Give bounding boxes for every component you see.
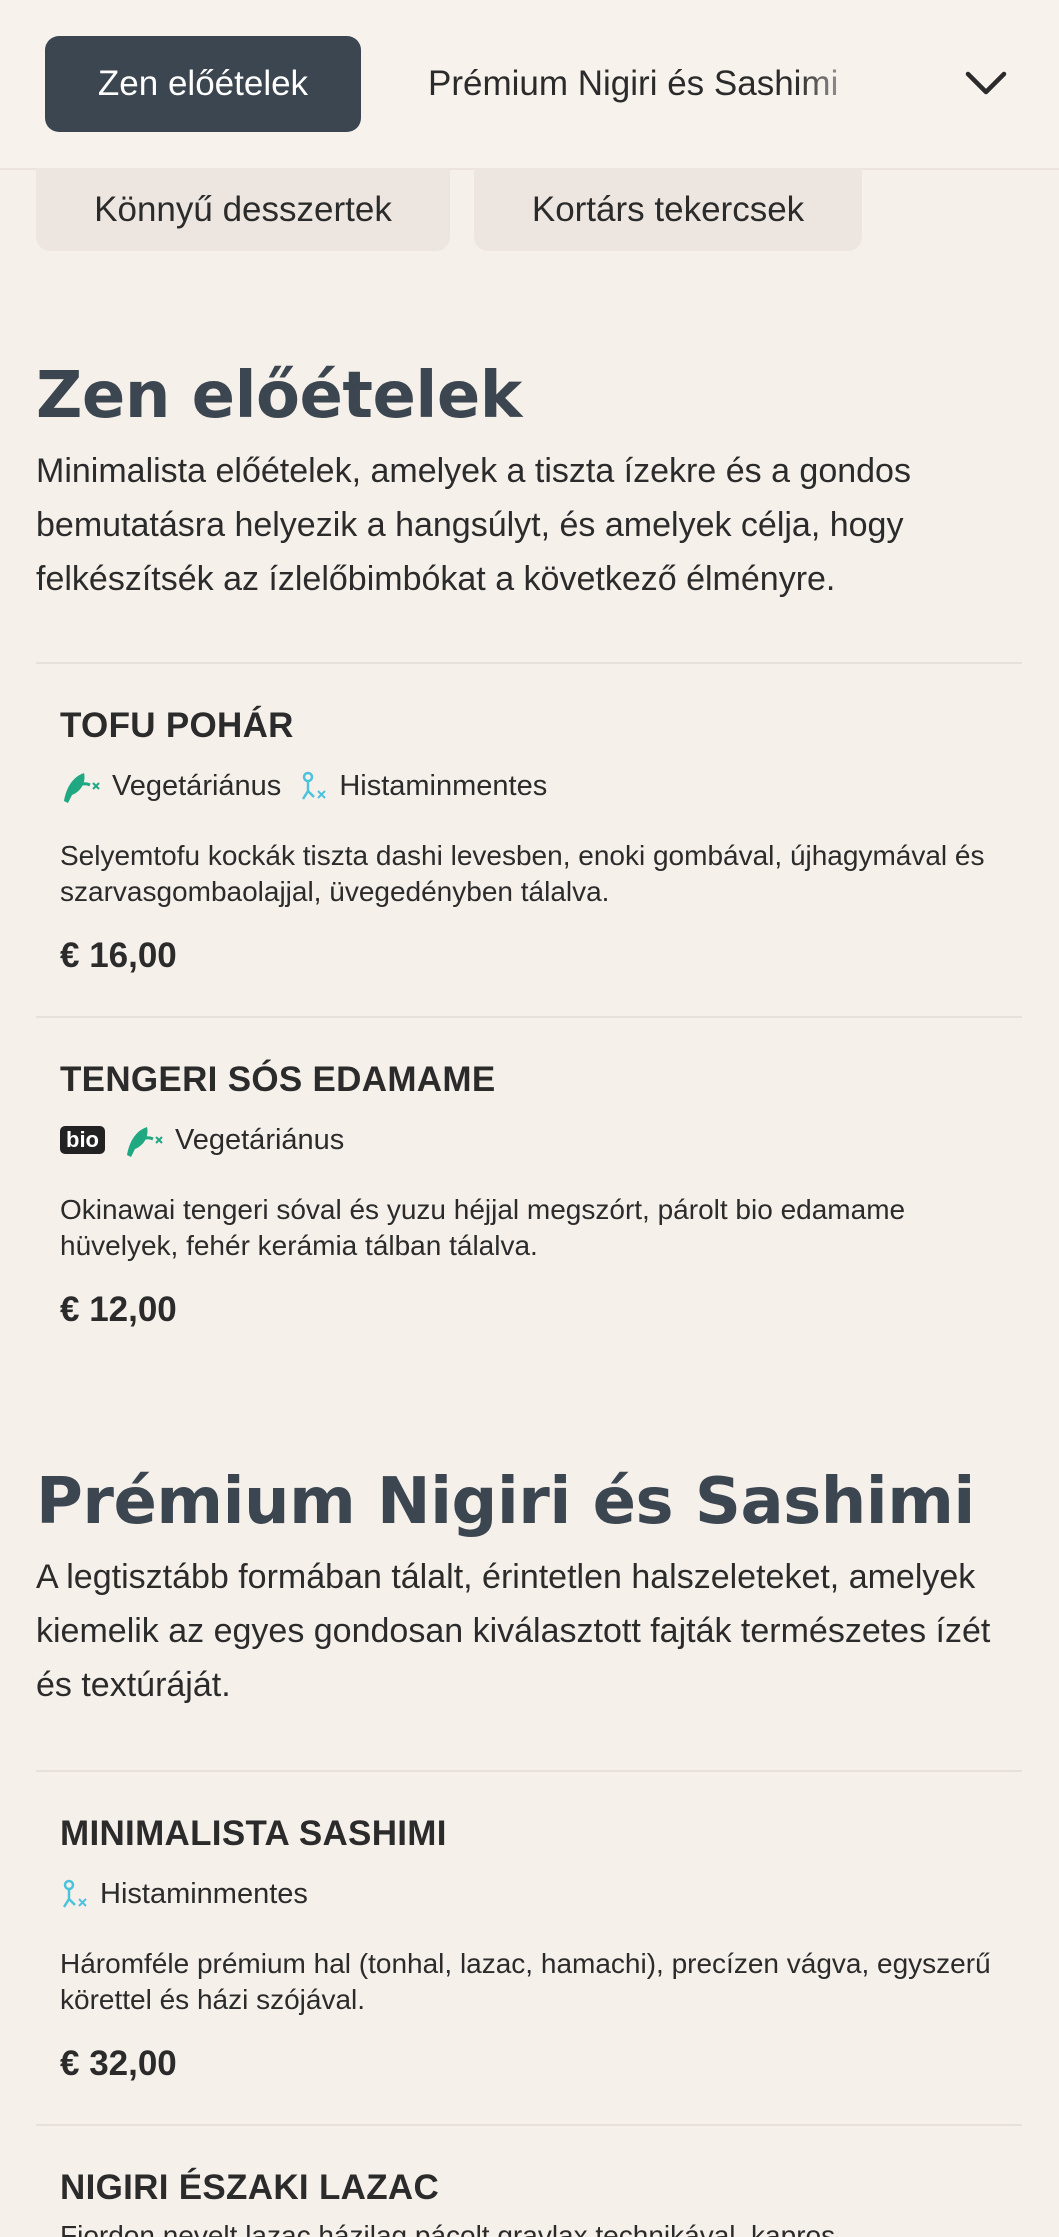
- tag-label: Histaminmentes: [339, 769, 548, 802]
- item-price: € 32,00: [60, 2044, 177, 2083]
- item-price: € 16,00: [60, 936, 177, 975]
- tag-label: Vegetáriánus: [175, 1123, 345, 1156]
- tab-kortars-tekercsek[interactable]: Kortárs tekercsek: [474, 168, 862, 251]
- tab-premium-nigiri[interactable]: Prémium Nigiri és Sashimi: [428, 36, 878, 132]
- section-premium-nigiri-sashimi: Prémium Nigiri és Sashimi A legtisztább …: [36, 1466, 1022, 1712]
- section-zen-eloetelek: Zen előételek Minimalista előételek, ame…: [36, 360, 1022, 606]
- tag-histamine-free: Histaminmentes: [299, 769, 547, 803]
- tab-konnyu-desszertek[interactable]: Könnyű desszertek: [36, 168, 450, 251]
- menu-item[interactable]: TOFU POHÁR Vegetáriánus Histaminmentes S…: [36, 662, 1022, 1018]
- leaf-vegetarian-icon: [127, 1127, 163, 1157]
- section-title: Zen előételek: [36, 359, 522, 433]
- tag-histamine-free: Histaminmentes: [60, 1877, 308, 1911]
- item-description: Fjordon nevelt lazac házilag pácolt grav…: [60, 2220, 836, 2237]
- item-name: TENGERI SÓS EDAMAME: [60, 1060, 496, 1099]
- item-price: € 12,00: [60, 1290, 177, 1329]
- section-description: A legtisztább formában tálalt, érintetle…: [36, 1558, 991, 1704]
- tag-label: Histaminmentes: [100, 1877, 308, 1910]
- bio-badge: bio: [60, 1126, 105, 1154]
- histamine-free-icon: [302, 771, 327, 800]
- chevron-down-icon[interactable]: [962, 64, 1010, 104]
- section-description: Minimalista előételek, amelyek a tiszta …: [36, 452, 911, 598]
- item-description: Okinawai tengeri sóval és yuzu héjjal me…: [60, 1194, 906, 1261]
- item-name: TOFU POHÁR: [60, 706, 294, 745]
- item-name: MINIMALISTA SASHIMI: [60, 1814, 447, 1853]
- menu-item[interactable]: MINIMALISTA SASHIMI Histaminmentes Három…: [36, 1770, 1022, 2126]
- item-description: Selyemtofu kockák tiszta dashi levesben,…: [60, 840, 985, 907]
- tag-vegetarian: Vegetáriánus: [123, 1121, 344, 1159]
- item-tags: Vegetáriánus Histaminmentes: [60, 766, 565, 806]
- section-title: Prémium Nigiri és Sashimi: [36, 1465, 975, 1539]
- menu-item[interactable]: NIGIRI ÉSZAKI LAZAC Fjordon nevelt lazac…: [36, 2124, 1022, 2237]
- item-tags: bio Vegetáriánus: [60, 1120, 362, 1160]
- item-tags: Histaminmentes: [60, 1874, 326, 1914]
- tab-zen-eloetelek[interactable]: Zen előételek: [45, 36, 361, 132]
- leaf-vegetarian-icon: [64, 773, 100, 803]
- tag-label: Vegetáriánus: [112, 769, 282, 802]
- histamine-free-icon: [62, 1879, 87, 1908]
- menu-item[interactable]: TENGERI SÓS EDAMAME bio Vegetáriánus Oki…: [36, 1016, 1022, 1348]
- tag-vegetarian: Vegetáriánus: [60, 767, 281, 805]
- category-nav: Zen előételek Prémium Nigiri és Sashimi: [0, 0, 1059, 170]
- item-description: Háromféle prémium hal (tonhal, lazac, ha…: [60, 1948, 991, 2015]
- item-name: NIGIRI ÉSZAKI LAZAC: [60, 2168, 440, 2207]
